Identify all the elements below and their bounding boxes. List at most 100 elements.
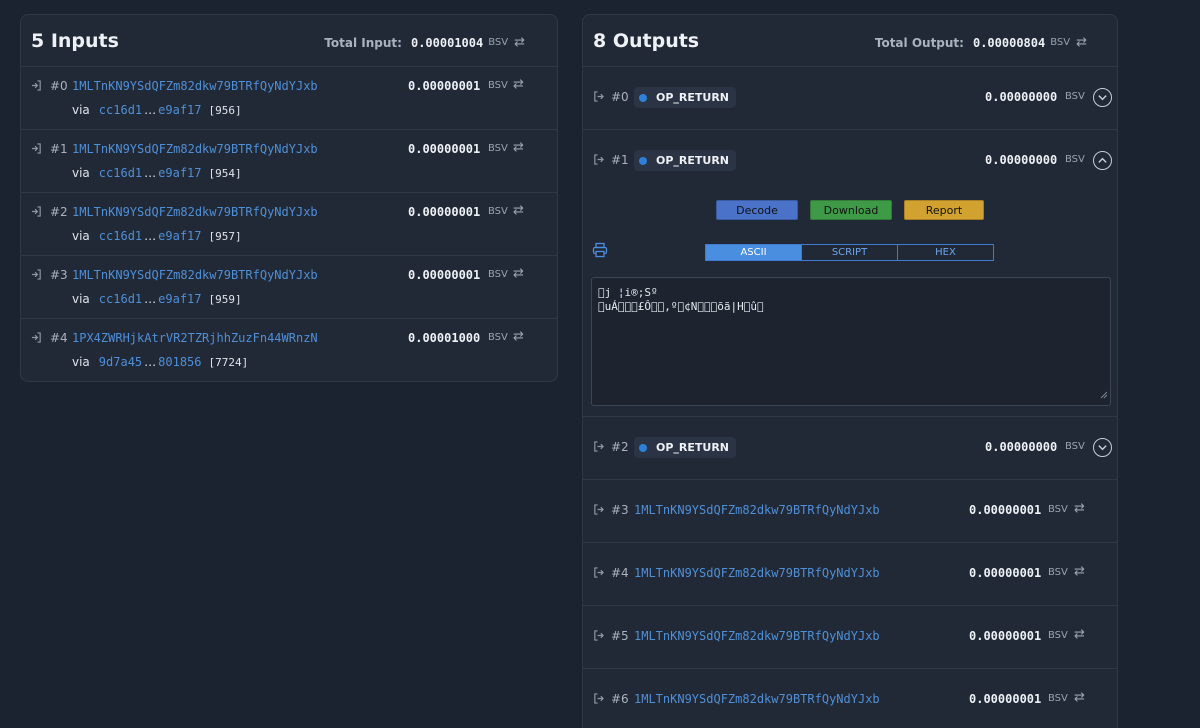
input-unit: BSV — [488, 332, 508, 343]
input-index: #3 — [50, 268, 68, 282]
total-input-unit: BSV — [488, 37, 509, 48]
op-return-label: OP_RETURN — [656, 91, 730, 104]
chevron-down-icon[interactable] — [1093, 88, 1112, 107]
input-index: #4 — [50, 331, 68, 345]
prev-tx-link-end[interactable]: e9af17 — [158, 292, 201, 306]
op-return-badge: OP_RETURN — [634, 150, 737, 171]
output-amount: 0.00000001 — [969, 629, 1042, 643]
input-address-link[interactable]: 1PX4ZWRHjkAtrVR2TZRjhhZuzFn44WRnzN — [72, 331, 318, 345]
total-output-label: Total Output: — [874, 35, 964, 50]
input-index: #1 — [50, 142, 68, 156]
output-row: #4 1MLTnKN9YSdQFZm82dkw79BTRfQyNdYJxb 0.00… — [583, 543, 1117, 606]
input-address-link[interactable]: 1MLTnKN9YSdQFZm82dkw79BTRfQyNdYJxb — [72, 268, 318, 282]
input-row: #4 1PX4ZWRHjkAtrVR2TZRjhhZuzFn44WRnzN 0.00… — [21, 319, 557, 381]
prev-tx-link-end[interactable]: e9af17 — [158, 166, 201, 180]
swap-icon[interactable]: ⇄ — [1074, 501, 1085, 516]
swap-icon[interactable]: ⇄ — [513, 203, 524, 218]
prev-tx-link-start[interactable]: 9d7a45 — [99, 355, 142, 369]
outputs-panel: 8 Outputs Total Output: 0.00000804 BSV ⇄… — [582, 14, 1118, 728]
swap-icon[interactable]: ⇄ — [513, 266, 524, 281]
inputs-header: 5 Inputs Total Input: 0.00001004 BSV ⇄ — [21, 15, 557, 67]
total-output-value: 0.00000804 — [972, 35, 1046, 50]
ellipsis: … — [144, 103, 157, 117]
sign-in-icon — [31, 143, 42, 157]
chevron-down-icon[interactable] — [1093, 438, 1112, 457]
swap-icon[interactable]: ⇄ — [1074, 564, 1085, 579]
tab-ascii[interactable]: ASCII — [705, 244, 802, 261]
via-reference: via cc16d1… e9af17 [959] — [72, 292, 242, 306]
total-output: Total Output: 0.00000804 BSV ⇄ — [875, 35, 1087, 50]
output-unit: BSV — [1065, 441, 1085, 452]
output-amount: 0.00000001 — [969, 692, 1042, 706]
prev-tx-link-start[interactable]: cc16d1 — [99, 166, 142, 180]
output-address-link[interactable]: 1MLTnKN9YSdQFZm82dkw79BTRfQyNdYJxb — [634, 692, 880, 706]
input-unit: BSV — [488, 143, 508, 154]
prev-output-index: [7724] — [208, 355, 249, 369]
swap-icon[interactable]: ⇄ — [513, 329, 524, 344]
report-button[interactable]: Report — [904, 200, 984, 220]
sign-in-icon — [31, 206, 42, 220]
input-address-link[interactable]: 1MLTnKN9YSdQFZm82dkw79BTRfQyNdYJxb — [72, 79, 318, 93]
input-index: #0 — [50, 79, 68, 93]
prev-tx-link-end[interactable]: e9af17 — [158, 103, 201, 117]
prev-tx-link-start[interactable]: cc16d1 — [99, 103, 142, 117]
output-unit: BSV — [1048, 504, 1068, 515]
action-buttons: Decode Download Report — [716, 200, 984, 220]
total-input: Total Input: 0.00001004 BSV ⇄ — [324, 35, 525, 50]
tab-script[interactable]: SCRIPT — [801, 244, 898, 261]
prev-output-index: [956] — [208, 103, 242, 117]
via-label: via — [72, 229, 90, 243]
status-dot — [639, 443, 647, 452]
tab-hex[interactable]: HEX — [897, 244, 994, 261]
input-address-link[interactable]: 1MLTnKN9YSdQFZm82dkw79BTRfQyNdYJxb — [72, 205, 318, 219]
prev-tx-link-start[interactable]: cc16d1 — [99, 229, 142, 243]
swap-icon[interactable]: ⇄ — [1076, 35, 1087, 50]
resize-handle-icon[interactable] — [1099, 389, 1108, 403]
via-reference: via cc16d1… e9af17 [956] — [72, 103, 242, 117]
prev-tx-link-start[interactable]: cc16d1 — [99, 292, 142, 306]
swap-icon[interactable]: ⇄ — [514, 35, 525, 50]
printer-icon[interactable] — [592, 242, 608, 262]
op-return-badge: OP_RETURN — [634, 87, 737, 108]
prev-output-index: [959] — [208, 292, 242, 306]
swap-icon[interactable]: ⇄ — [513, 77, 524, 92]
sign-out-icon — [593, 693, 604, 707]
total-input-label: Total Input: — [324, 35, 402, 50]
input-unit: BSV — [488, 206, 508, 217]
output-index: #5 — [611, 629, 629, 643]
input-address-link[interactable]: 1MLTnKN9YSdQFZm82dkw79BTRfQyNdYJxb — [72, 142, 318, 156]
download-button[interactable]: Download — [810, 200, 892, 220]
output-unit: BSV — [1065, 154, 1085, 165]
outputs-header: 8 Outputs Total Output: 0.00000804 BSV ⇄ — [583, 15, 1117, 67]
sign-out-icon — [593, 504, 604, 518]
decode-button[interactable]: Decode — [716, 200, 798, 220]
swap-icon[interactable]: ⇄ — [1074, 690, 1085, 705]
output-address-link[interactable]: 1MLTnKN9YSdQFZm82dkw79BTRfQyNdYJxb — [634, 503, 880, 517]
sign-out-icon — [593, 441, 604, 455]
swap-icon[interactable]: ⇄ — [1074, 627, 1085, 642]
status-dot — [639, 156, 647, 165]
input-amount: 0.00000001 — [408, 79, 481, 93]
output-index: #6 — [611, 692, 629, 706]
sign-out-icon — [593, 91, 604, 105]
via-reference: via cc16d1… e9af17 [957] — [72, 229, 242, 243]
input-index: #2 — [50, 205, 68, 219]
inputs-panel: 5 Inputs Total Input: 0.00001004 BSV ⇄ #… — [20, 14, 558, 382]
output-amount: 0.00000000 — [985, 153, 1058, 167]
via-label: via — [72, 292, 90, 306]
sign-in-icon — [31, 332, 42, 346]
input-amount: 0.00000001 — [408, 268, 481, 282]
output-address-link[interactable]: 1MLTnKN9YSdQFZm82dkw79BTRfQyNdYJxb — [634, 629, 880, 643]
decoded-data-textarea[interactable]:  j ¦i®;Sº  uÁ   £Ô  ,º ¢N   õã|H û  — [591, 277, 1111, 406]
prev-tx-link-end[interactable]: 801856 — [158, 355, 201, 369]
prev-output-index: [954] — [208, 166, 242, 180]
output-amount: 0.00000001 — [969, 566, 1042, 580]
output-index: #1 — [611, 153, 629, 167]
output-address-link[interactable]: 1MLTnKN9YSdQFZm82dkw79BTRfQyNdYJxb — [634, 566, 880, 580]
chevron-up-icon[interactable] — [1093, 151, 1112, 170]
sign-out-icon — [593, 567, 604, 581]
swap-icon[interactable]: ⇄ — [513, 140, 524, 155]
sign-in-icon — [31, 80, 42, 94]
prev-tx-link-end[interactable]: e9af17 — [158, 229, 201, 243]
output-row: #2 OP_RETURN 0.00000000 BSV — [583, 417, 1117, 480]
